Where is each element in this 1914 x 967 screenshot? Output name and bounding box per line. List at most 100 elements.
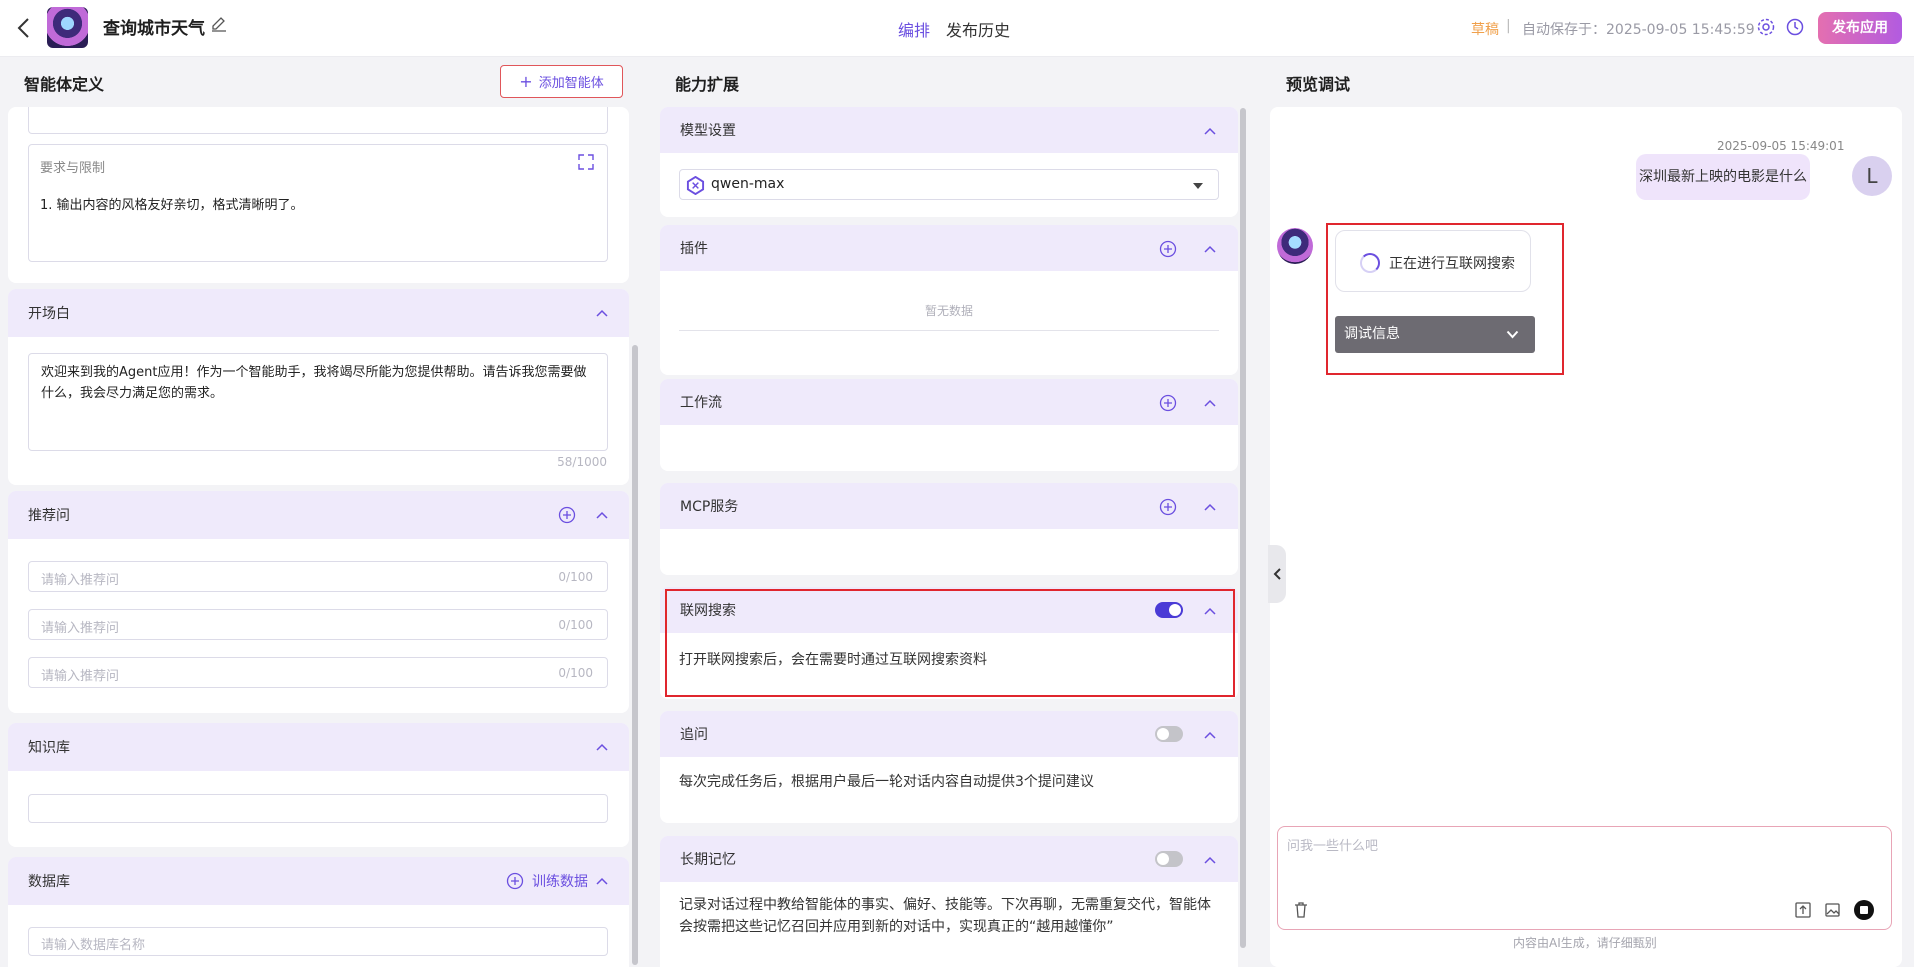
chevron-up-icon[interactable]: [595, 876, 609, 886]
add-circle-icon[interactable]: [1159, 240, 1177, 258]
opening-card: 开场白 欢迎来到我的Agent应用！作为一个智能助手，我将竭尽所能为您提供帮助。…: [8, 289, 629, 485]
recommend-input-1[interactable]: 请输入推荐问 0/100: [28, 561, 608, 592]
database-header[interactable]: 数据库 训练数据: [8, 857, 629, 905]
memory-title: 长期记忆: [680, 852, 736, 868]
recommend-placeholder: 请输入推荐问: [41, 573, 120, 588]
chevron-up-icon[interactable]: [1203, 398, 1217, 408]
plugins-title: 插件: [680, 241, 708, 257]
plugins-header[interactable]: 插件: [660, 225, 1238, 271]
chevron-left-icon: [1273, 568, 1281, 580]
chevron-up-icon[interactable]: [1203, 126, 1217, 136]
chat-input[interactable]: 问我一些什么吧: [1277, 826, 1892, 930]
add-circle-icon[interactable]: [1159, 498, 1177, 516]
opening-header[interactable]: 开场白: [8, 289, 629, 337]
train-data-link[interactable]: 训练数据: [532, 871, 588, 891]
history-icon[interactable]: [1785, 17, 1805, 37]
add-circle-icon[interactable]: [1159, 394, 1177, 412]
recommend-card: 推荐问 请输入推荐问 0/100 请输入推荐问 0/100 请输入推荐问 0/1…: [8, 491, 629, 713]
tab-orchestrate[interactable]: 编排: [898, 17, 930, 41]
capability-panel: 模型设置 qwen-max 插件 暂无数据 工作流 MCP服务 联网搜索 打开联…: [660, 107, 1238, 967]
recommend-input-3[interactable]: 请输入推荐问 0/100: [28, 657, 608, 688]
model-header[interactable]: 模型设置: [660, 107, 1238, 153]
autosave-time: 自动保存于：2025-09-05 15:45:59: [1522, 22, 1755, 38]
qwen-logo-icon: [686, 176, 705, 195]
chevron-up-icon[interactable]: [1203, 730, 1217, 740]
chat-input-placeholder: 问我一些什么吧: [1287, 839, 1379, 854]
memory-card: 长期记忆 记录对话过程中教给智能体的事实、偏好、技能等。下次再聊，无需重复交代，…: [660, 836, 1238, 967]
chevron-up-icon[interactable]: [595, 308, 609, 318]
database-card: 数据库 训练数据 请输入数据库名称: [8, 857, 629, 967]
upload-image-icon[interactable]: [1824, 901, 1842, 919]
model-card: 模型设置 qwen-max: [660, 107, 1238, 217]
middle-scrollbar[interactable]: [1240, 108, 1246, 948]
upload-file-icon[interactable]: [1794, 901, 1812, 919]
knowledge-input[interactable]: [28, 794, 608, 823]
user-avatar: L: [1852, 156, 1892, 196]
recommend-header[interactable]: 推荐问: [8, 491, 629, 539]
bot-avatar: [1277, 228, 1313, 264]
knowledge-header[interactable]: 知识库: [8, 723, 629, 771]
trash-icon[interactable]: [1292, 901, 1310, 919]
opening-textarea[interactable]: 欢迎来到我的Agent应用！作为一个智能助手，我将竭尽所能为您提供帮助。请告诉我…: [28, 353, 608, 451]
stop-generation-button[interactable]: [1854, 900, 1874, 920]
chevron-up-icon[interactable]: [595, 510, 609, 520]
chevron-up-icon[interactable]: [595, 742, 609, 752]
add-agent-label: 添加智能体: [538, 76, 604, 91]
agent-definition-title: 智能体定义: [24, 75, 105, 94]
followup-title: 追问: [680, 727, 708, 743]
database-placeholder: 请输入数据库名称: [41, 938, 146, 953]
memory-desc-line2: 会按需把这些记忆召回并应用到新的对话中，实现真正的“越用越懂你”: [679, 919, 1114, 935]
model-select[interactable]: qwen-max: [679, 169, 1219, 200]
settings-icon[interactable]: [1756, 17, 1776, 37]
publish-button[interactable]: 发布应用: [1818, 12, 1902, 44]
back-arrow-icon[interactable]: [14, 16, 34, 40]
workflow-title: 工作流: [680, 395, 722, 411]
requirements-label: 要求与限制: [40, 161, 106, 176]
chevron-up-icon[interactable]: [1203, 855, 1217, 865]
mcp-header[interactable]: MCP服务: [660, 483, 1238, 529]
divider: |: [1506, 18, 1511, 34]
requirements-textarea[interactable]: 要求与限制 1. 输出内容的风格友好亲切，格式清晰明了。: [28, 144, 608, 262]
database-input[interactable]: 请输入数据库名称: [28, 927, 608, 956]
followup-header[interactable]: 追问: [660, 711, 1238, 757]
database-title: 数据库: [28, 874, 70, 890]
workflow-header[interactable]: 工作流: [660, 379, 1238, 425]
role-input[interactable]: [28, 107, 608, 134]
expand-icon[interactable]: [577, 153, 595, 171]
followup-card: 追问 每次完成任务后，根据用户最后一轮对话内容自动提供3个提问建议: [660, 711, 1238, 823]
collapse-panel-tab[interactable]: [1268, 545, 1286, 603]
message-timestamp: 2025-09-05 15:49:01: [1717, 139, 1845, 153]
model-selected: qwen-max: [711, 176, 785, 192]
tab-publish-history[interactable]: 发布历史: [946, 17, 1010, 41]
add-agent-button[interactable]: + 添加智能体: [500, 65, 623, 98]
plugins-card: 插件 暂无数据: [660, 225, 1238, 375]
left-scrollbar[interactable]: [632, 345, 638, 965]
edit-icon[interactable]: [210, 15, 228, 33]
memory-header[interactable]: 长期记忆: [660, 836, 1238, 882]
capability-title: 能力扩展: [675, 75, 740, 94]
preview-title: 预览调试: [1286, 75, 1351, 94]
app-title: 查询城市天气: [103, 19, 205, 39]
recommend-counter: 0/100: [558, 570, 593, 584]
recommend-placeholder: 请输入推荐问: [41, 621, 120, 636]
memory-desc-line1: 记录对话过程中教给智能体的事实、偏好、技能等。下次再聊，无需重复交代，智能体: [679, 897, 1211, 913]
recommend-counter: 0/100: [558, 666, 593, 680]
opening-counter: 58/1000: [557, 455, 607, 469]
knowledge-title: 知识库: [28, 740, 70, 756]
model-title: 模型设置: [680, 123, 736, 139]
opening-title: 开场白: [28, 306, 70, 322]
chevron-up-icon[interactable]: [1203, 244, 1217, 254]
draft-status: 草稿: [1471, 22, 1499, 38]
recommend-counter: 0/100: [558, 618, 593, 632]
chevron-up-icon[interactable]: [1203, 502, 1217, 512]
followup-desc: 每次完成任务后，根据用户最后一轮对话内容自动提供3个提问建议: [679, 774, 1094, 790]
add-circle-icon[interactable]: [558, 506, 576, 524]
highlight-bot-response: [1326, 223, 1564, 375]
recommend-input-2[interactable]: 请输入推荐问 0/100: [28, 609, 608, 640]
followup-toggle[interactable]: [1155, 726, 1183, 742]
memory-toggle[interactable]: [1155, 851, 1183, 867]
add-circle-icon[interactable]: [506, 872, 524, 890]
user-message: 深圳最新上映的电影是什么: [1636, 154, 1810, 200]
requirements-content: 1. 输出内容的风格友好亲切，格式清晰明了。: [40, 198, 304, 213]
top-bar: 查询城市天气 编排 发布历史 草稿 | 自动保存于：2025-09-05 15:…: [0, 0, 1914, 57]
